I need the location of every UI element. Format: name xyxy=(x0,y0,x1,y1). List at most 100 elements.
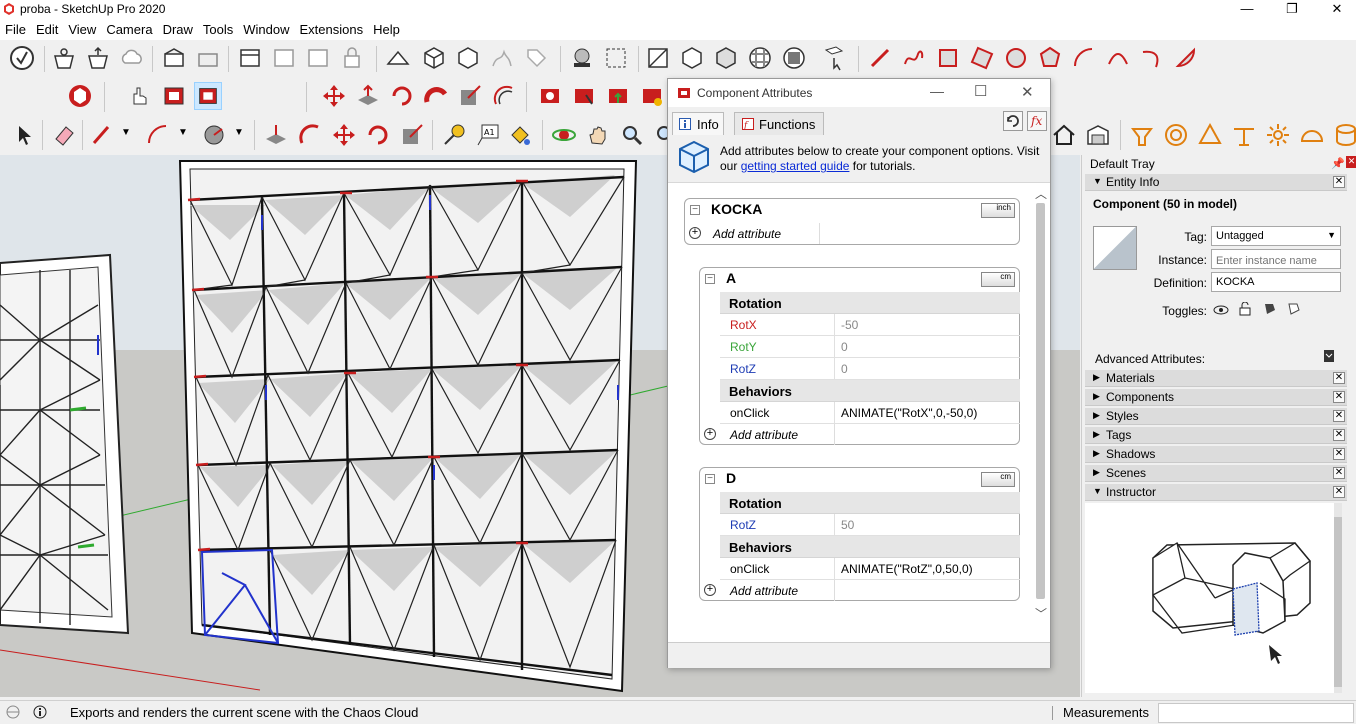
scroll-up-icon[interactable]: ︿ xyxy=(1035,185,1047,202)
attr-row-rotx[interactable]: RotX -50 xyxy=(720,314,1020,336)
dialog-scrollbar[interactable]: ︿ ﹀ xyxy=(1032,185,1049,637)
terrain-icon[interactable] xyxy=(488,44,516,72)
attr-row-rotz[interactable]: RotZ 0 xyxy=(720,358,1020,380)
scrollbar-thumb[interactable] xyxy=(1036,203,1045,599)
dialog-title-bar[interactable]: Component Attributes — ☐ ✕ xyxy=(668,79,1050,107)
home-icon[interactable] xyxy=(1050,121,1078,149)
chevron-down-icon[interactable]: ▼ xyxy=(178,127,188,138)
add-attribute-icon[interactable]: + xyxy=(704,428,716,440)
instructor-scroll-thumb[interactable] xyxy=(1334,517,1342,687)
dynamic-components-icon[interactable] xyxy=(66,82,94,110)
rotate-icon[interactable] xyxy=(388,82,416,110)
receive-shadows-icon[interactable] xyxy=(1285,302,1301,316)
menu-help[interactable]: Help xyxy=(368,19,405,40)
check-validity-icon[interactable] xyxy=(8,44,36,72)
dome-icon[interactable] xyxy=(1298,121,1326,149)
panel-close-icon[interactable]: ✕ xyxy=(1333,391,1345,403)
panel-entity-info[interactable]: ▼ Entity Info ✕ xyxy=(1085,174,1347,191)
attr-value[interactable]: 0 xyxy=(841,340,848,354)
unit-toggle-inch[interactable]: inch xyxy=(981,203,1015,218)
rectangle-icon[interactable] xyxy=(934,44,962,72)
rotated-rectangle-icon[interactable] xyxy=(968,44,996,72)
attr-value[interactable]: 50 xyxy=(841,518,854,532)
minimize-button[interactable]: — xyxy=(1224,0,1270,19)
circle-icon[interactable] xyxy=(1002,44,1030,72)
tag-icon[interactable] xyxy=(522,44,550,72)
attributes-pane[interactable]: − KOCKA inch + Add attribute − A cm Rota… xyxy=(668,182,1050,642)
component-options-icon[interactable] xyxy=(160,82,188,110)
layout-send-icon[interactable] xyxy=(270,44,298,72)
pan-hand-icon[interactable] xyxy=(584,121,612,149)
menu-camera[interactable]: Camera xyxy=(101,19,157,40)
tag-dropdown[interactable]: Untagged ▼ xyxy=(1211,226,1341,246)
cloud-icon[interactable] xyxy=(118,44,146,72)
attr-row-rotz[interactable]: RotZ 50 xyxy=(720,514,1020,536)
three-point-arc-icon[interactable] xyxy=(1138,44,1166,72)
add-attribute-icon[interactable]: + xyxy=(689,227,701,239)
paint-bucket-icon[interactable] xyxy=(506,121,534,149)
menu-extensions[interactable]: Extensions xyxy=(295,19,369,40)
interactive-render-icon[interactable] xyxy=(602,44,630,72)
scroll-down-icon[interactable]: ﹀ xyxy=(1035,605,1047,622)
follow-me-icon[interactable] xyxy=(422,82,450,110)
add-attribute-button[interactable]: Add attribute xyxy=(713,227,781,241)
panel-close-icon[interactable]: ✕ xyxy=(1333,372,1345,384)
interact-hand-icon[interactable] xyxy=(126,82,154,110)
push-pull-tool-icon[interactable] xyxy=(262,121,290,149)
layout-icon[interactable] xyxy=(236,44,264,72)
two-point-arc-icon[interactable] xyxy=(1104,44,1132,72)
cylinder-icon[interactable] xyxy=(1332,121,1356,149)
toggle-formula-view-icon[interactable]: fx xyxy=(1027,111,1047,131)
attr-row-roty[interactable]: RotY 0 xyxy=(720,336,1020,358)
light-icon[interactable] xyxy=(1264,121,1292,149)
lock-icon[interactable] xyxy=(338,44,366,72)
menu-draw[interactable]: Draw xyxy=(158,19,198,40)
menu-file[interactable]: File xyxy=(0,19,31,40)
instance-name-input[interactable] xyxy=(1211,249,1341,269)
attr-value[interactable]: -50 xyxy=(841,318,858,332)
panel-materials[interactable]: ▶ Materials ✕ xyxy=(1085,370,1347,387)
panel-close-icon[interactable]: ✕ xyxy=(1333,176,1345,188)
monochrome-icon[interactable] xyxy=(780,44,808,72)
unit-toggle-cm[interactable]: cm xyxy=(981,472,1015,487)
info-circle-icon[interactable] xyxy=(33,705,47,719)
move-tool-icon[interactable] xyxy=(330,121,358,149)
geo-location-icon[interactable] xyxy=(6,705,20,719)
extension-manager-icon[interactable] xyxy=(194,44,222,72)
add-attribute-button[interactable]: Add attribute xyxy=(730,428,798,442)
panel-components[interactable]: ▶ Components ✕ xyxy=(1085,389,1347,406)
panel-close-icon[interactable]: ✕ xyxy=(1333,467,1345,479)
panel-close-icon[interactable]: ✕ xyxy=(1333,448,1345,460)
arc-icon[interactable] xyxy=(1070,44,1098,72)
scale-icon[interactable] xyxy=(456,82,484,110)
offset-tool-icon[interactable] xyxy=(296,121,324,149)
push-pull-icon[interactable] xyxy=(354,82,382,110)
definition-input[interactable]: KOCKA xyxy=(1211,272,1341,292)
unit-toggle-cm[interactable]: cm xyxy=(981,272,1015,287)
panel-tags[interactable]: ▶ Tags ✕ xyxy=(1085,427,1347,444)
chevron-down-icon[interactable]: ▼ xyxy=(121,127,131,138)
material-swatch[interactable] xyxy=(1093,226,1137,270)
dialog-maximize-button[interactable]: ☐ xyxy=(974,82,987,100)
select-component-icon[interactable] xyxy=(820,44,848,72)
warehouse-building-icon[interactable] xyxy=(1084,121,1112,149)
maximize-button[interactable]: ❐ xyxy=(1269,0,1315,19)
freehand-icon[interactable] xyxy=(900,44,928,72)
cast-shadows-icon[interactable] xyxy=(1261,302,1277,316)
close-button[interactable]: ✕ xyxy=(1314,0,1356,19)
attr-row-onclick[interactable]: onClick ANIMATE("RotX",0,-50,0) xyxy=(720,402,1020,424)
render-sphere-icon[interactable] xyxy=(568,44,596,72)
section-plane-icon[interactable] xyxy=(644,44,672,72)
measurements-input[interactable] xyxy=(1158,703,1354,723)
tab-info[interactable]: Info xyxy=(672,112,724,135)
instructor-scrollbar[interactable] xyxy=(1334,503,1342,693)
cube-photo-icon[interactable] xyxy=(454,44,482,72)
lock-toggle-icon[interactable] xyxy=(1237,302,1253,316)
arc-tool-icon[interactable] xyxy=(144,121,172,149)
layout-update-icon[interactable] xyxy=(304,44,332,72)
tab-functions[interactable]: f Functions xyxy=(734,112,824,135)
expand-advanced-icon[interactable] xyxy=(1324,350,1334,362)
attr-value[interactable]: 0 xyxy=(841,362,848,376)
pencil-line-icon[interactable] xyxy=(866,44,894,72)
xray-icon[interactable] xyxy=(678,44,706,72)
